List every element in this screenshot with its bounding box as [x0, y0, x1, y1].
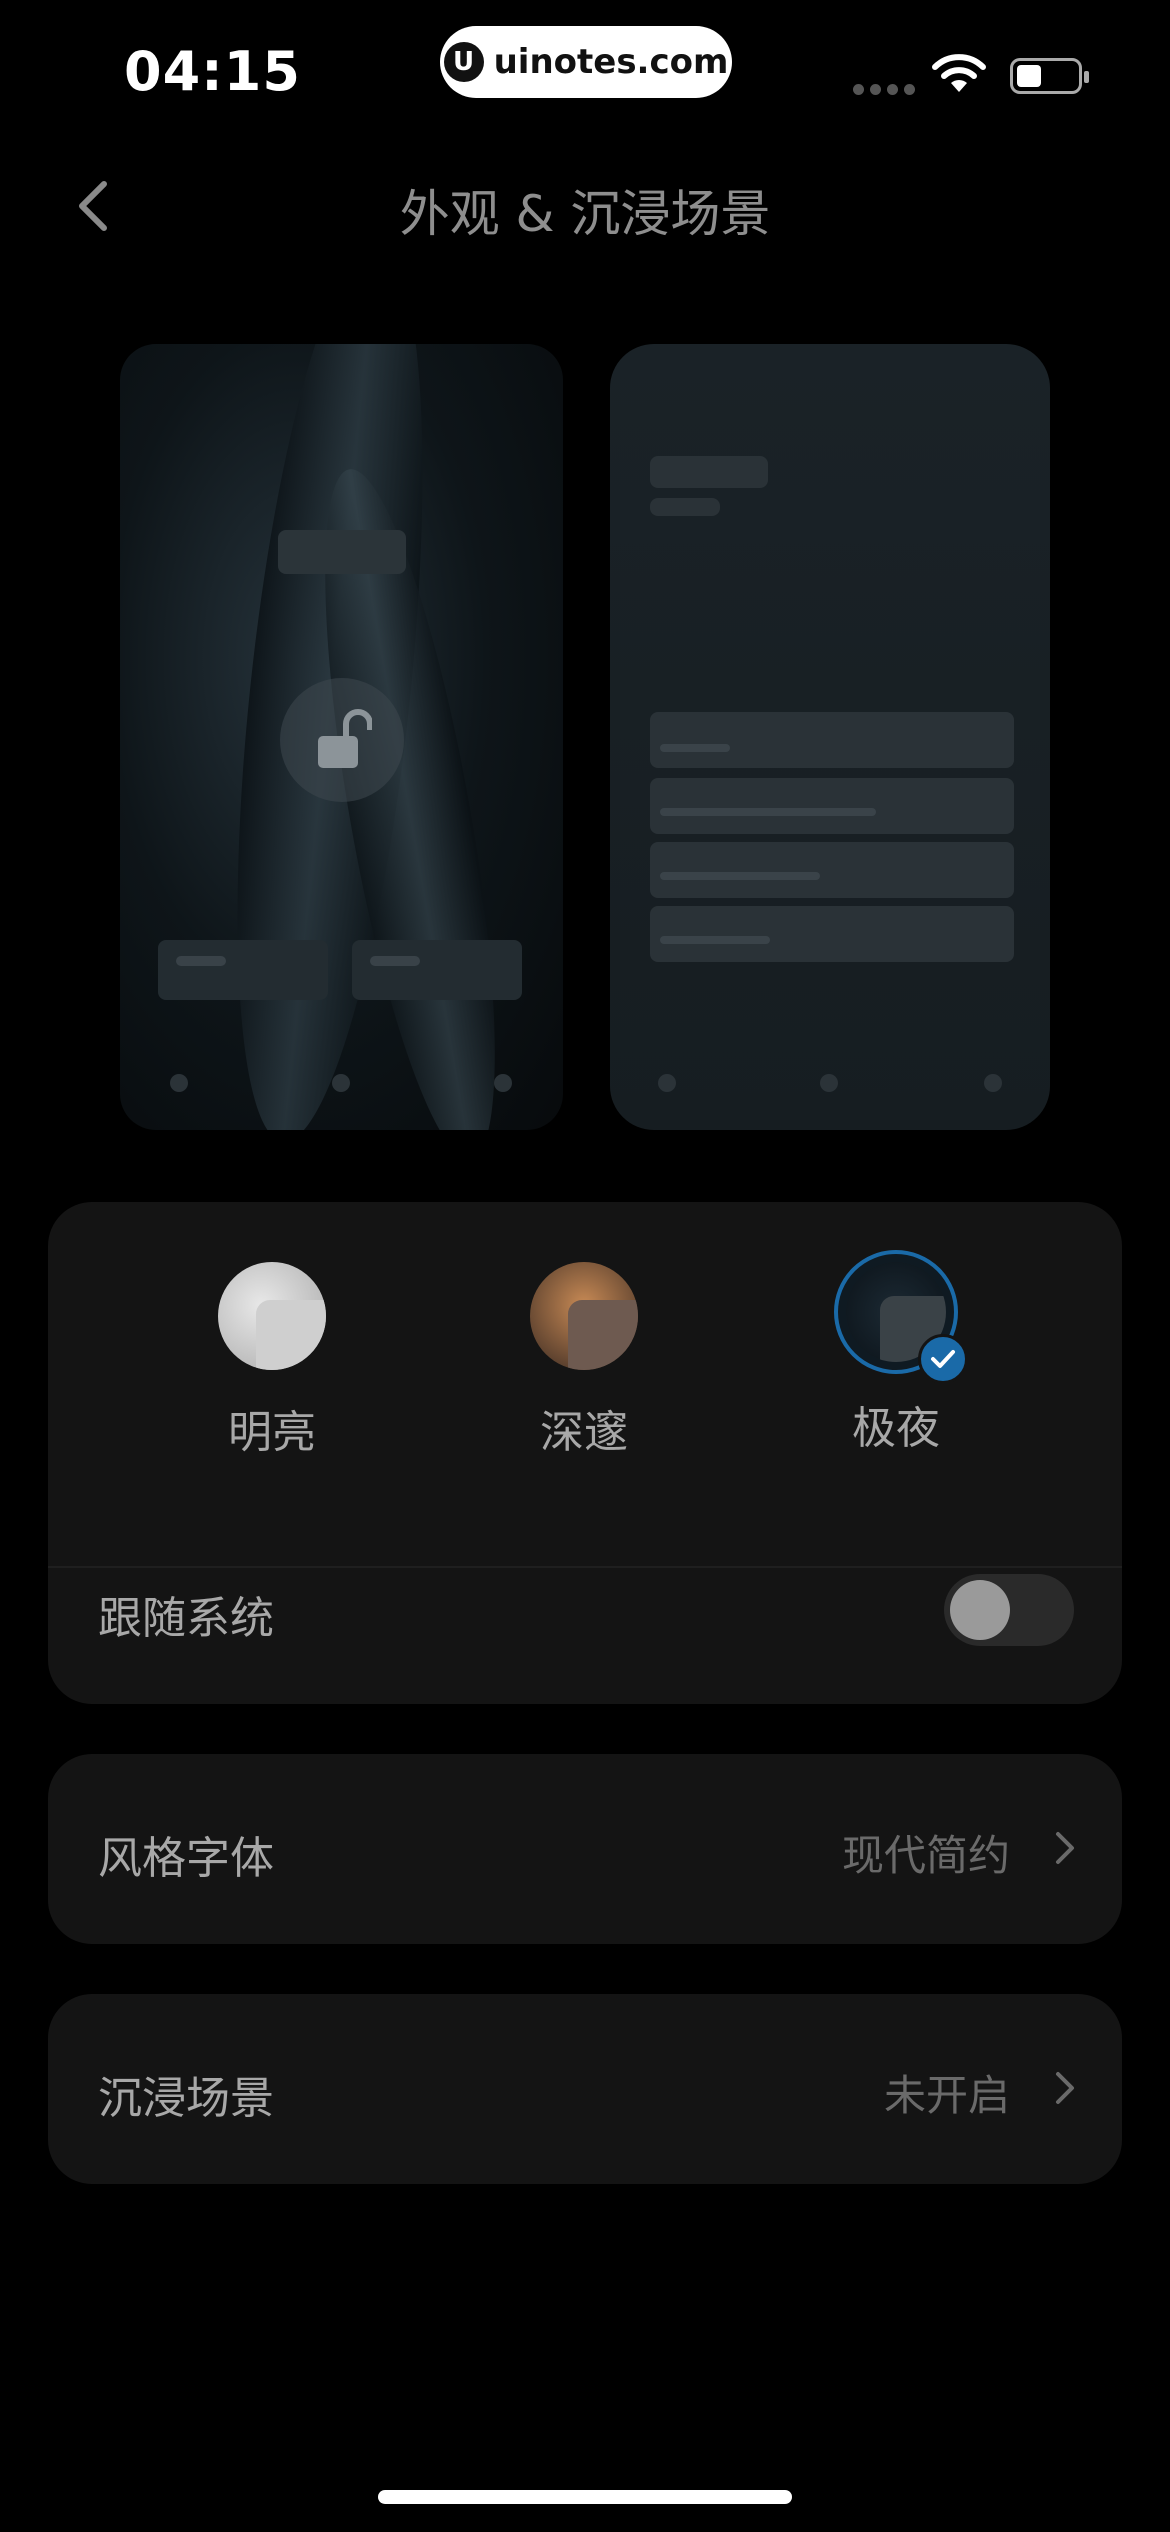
page-title: 外观 & 沉浸场景 [399, 185, 771, 243]
status-time: 04:15 [124, 40, 301, 103]
polar-night-theme-swatch [834, 1250, 968, 1384]
theme-option-polar-night[interactable]: 极夜 [796, 1250, 996, 1456]
font-style-value: 现代简约 [841, 1831, 1010, 1880]
lockscreen-preview [120, 344, 563, 1130]
toggle-knob [950, 1580, 1010, 1640]
theme-label: 极夜 [852, 1403, 940, 1454]
theme-label: 明亮 [228, 1407, 316, 1458]
cellular-signal-icon [853, 84, 915, 95]
light-theme-swatch [218, 1262, 326, 1370]
theme-card: 明亮 深邃 极夜 跟随系统 [48, 1202, 1122, 1704]
app-screen-preview [610, 344, 1050, 1130]
font-style-label: 风格字体 [98, 1833, 274, 1884]
theme-option-light[interactable]: 明亮 [172, 1262, 372, 1460]
immersive-scene-label: 沉浸场景 [98, 2073, 274, 2124]
site-logo-icon: U [443, 42, 484, 82]
immersive-scene-row[interactable]: 沉浸场景 未开启 [48, 1994, 1122, 2184]
follow-system-toggle[interactable] [944, 1574, 1074, 1646]
follow-system-label: 跟随系统 [98, 1593, 274, 1644]
theme-option-deep[interactable]: 深邃 [484, 1262, 684, 1460]
home-indicator[interactable] [378, 2490, 792, 2504]
immersive-scene-value: 未开启 [883, 2071, 1010, 2120]
unlock-icon [318, 709, 372, 768]
wifi-icon [932, 54, 986, 92]
font-style-row[interactable]: 风格字体 现代简约 [48, 1754, 1122, 1944]
divider [48, 1566, 1122, 1568]
check-badge-icon [918, 1334, 968, 1384]
battery-icon [1010, 58, 1089, 94]
chevron-right-icon [1056, 2072, 1074, 2104]
chevron-right-icon [1056, 1832, 1074, 1864]
site-name: uinotes.com [493, 42, 729, 82]
deep-theme-swatch [530, 1262, 638, 1370]
watermark-pill: U uinotes.com [440, 26, 732, 98]
theme-label: 深邃 [540, 1407, 628, 1458]
